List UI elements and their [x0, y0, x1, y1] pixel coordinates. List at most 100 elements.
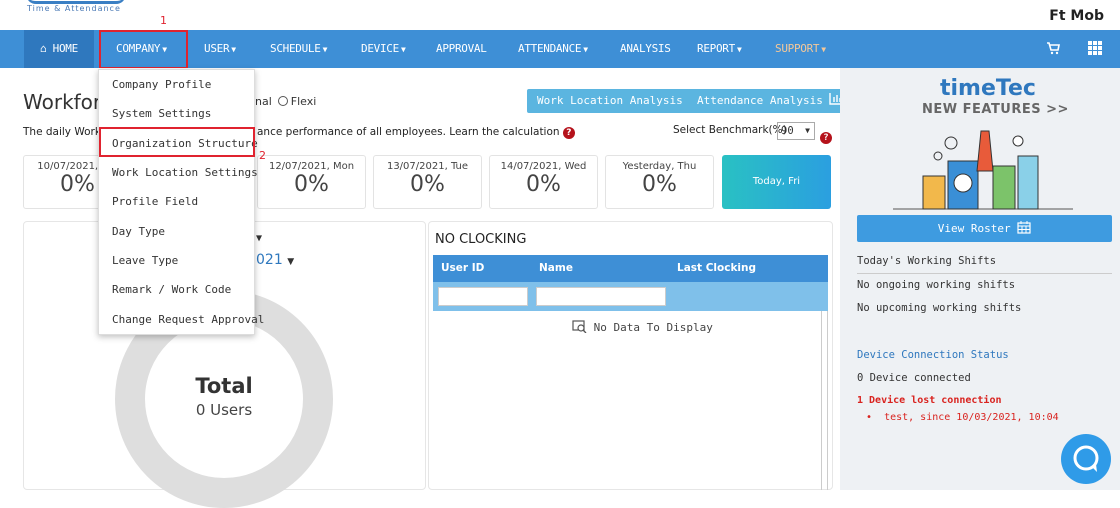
cart-icon[interactable] — [1046, 41, 1060, 59]
menu-item-change-request-approval[interactable]: Change Request Approval — [112, 313, 264, 326]
menu-item-remark-work-code[interactable]: Remark / Work Code — [112, 283, 231, 296]
table-scrollbar[interactable] — [821, 311, 828, 490]
radio-flexi[interactable] — [277, 96, 288, 106]
no-clocking-table-header: User ID Name Last Clocking — [433, 255, 828, 282]
device-lost-connection: 1 Device lost connection — [857, 395, 1002, 406]
nav-schedule-label: SCHEDULE — [270, 42, 321, 55]
day-card[interactable]: Yesterday, Thu 0% — [605, 155, 714, 209]
benchmark-value: 90 — [781, 125, 794, 137]
attendance-analysis-button[interactable]: Attendance Analysis — [687, 89, 856, 113]
device-lost-item-text: test, since 10/03/2021, 10:04 — [884, 412, 1059, 423]
shifts-title: Today's Working Shifts — [857, 255, 997, 267]
nav-report-label: REPORT — [697, 42, 735, 55]
user-name[interactable]: Ft Mob — [1049, 8, 1104, 24]
menu-item-system-settings[interactable]: System Settings — [112, 107, 211, 120]
caret-down-icon: ▼ — [287, 257, 295, 267]
radio-flexi-label[interactable]: Flexi — [291, 95, 317, 108]
highlight-organization-structure — [99, 127, 255, 157]
nav-home-label: HOME — [52, 42, 79, 55]
new-features-illustration — [893, 130, 1073, 210]
timetec-logo: timeTec — [940, 76, 1036, 101]
nav-user-label: USER — [204, 42, 230, 55]
day-percentage: 0% — [526, 172, 561, 197]
no-clocking-title: NO CLOCKING — [435, 232, 527, 247]
caret-down-icon: ▼ — [322, 45, 328, 54]
day-percentage: 0% — [642, 172, 677, 197]
nav-attendance-label: ATTENDANCE — [518, 42, 582, 55]
annotation-step-1: 1 — [160, 14, 167, 27]
day-card[interactable]: 13/07/2021, Tue 0% — [373, 155, 482, 209]
nav-analysis[interactable]: ANALYSIS — [620, 30, 671, 68]
nav-device-label: DEVICE — [361, 42, 399, 55]
nav-user[interactable]: USER ▼ — [204, 30, 236, 68]
highlight-company-menu — [99, 30, 188, 69]
annotation-step-2: 2 — [259, 149, 266, 162]
no-upcoming-shifts: No upcoming working shifts — [857, 302, 1022, 314]
day-label: 14/07/2021, Wed — [500, 161, 587, 172]
day-label: Yesterday, Thu — [622, 161, 697, 172]
caret-down-icon: ▼ — [821, 45, 826, 54]
day-percentage: 0% — [410, 172, 445, 197]
nav-device[interactable]: DEVICE ▼ — [361, 30, 406, 68]
users-count: 0 Users — [195, 401, 253, 419]
view-roster-button[interactable]: View Roster — [857, 215, 1112, 242]
logo-subtitle: Time & Attendance — [27, 4, 121, 13]
benchmark-select[interactable]: 90 ▼ — [777, 122, 815, 140]
day-percentage: 0% — [294, 172, 329, 197]
nav-approval[interactable]: APPROVAL — [436, 30, 487, 68]
help-icon[interactable]: ? — [820, 132, 832, 144]
device-status-title[interactable]: Device Connection Status — [857, 349, 1009, 361]
description-text-left: The daily Work — [23, 126, 101, 138]
description-text-right: ance performance of all employees. Learn… — [257, 126, 575, 139]
nav-attendance[interactable]: ATTENDANCE ▼ — [518, 30, 588, 68]
top-bar: Time & Attendance Ft Mob — [0, 0, 1120, 30]
menu-item-company-profile[interactable]: Company Profile — [112, 78, 211, 91]
nav-approval-label: APPROVAL — [436, 42, 487, 55]
today-card[interactable]: Today, Fri — [722, 155, 831, 209]
menu-item-leave-type[interactable]: Leave Type — [112, 254, 178, 267]
caret-down-icon[interactable]: ▼ — [256, 233, 262, 244]
help-icon[interactable]: ? — [562, 127, 575, 139]
caret-down-icon: ▼ — [583, 45, 588, 54]
calendar-icon — [1017, 221, 1031, 234]
home-icon: ⌂ — [40, 42, 47, 55]
day-label: 13/07/2021, Tue — [386, 161, 469, 172]
device-lost-item: • test, since 10/03/2021, 10:04 — [866, 412, 1059, 423]
radio-normal-label[interactable]: nal — [255, 95, 272, 108]
column-user-id[interactable]: User ID — [441, 262, 484, 274]
column-last-clocking[interactable]: Last Clocking — [677, 262, 756, 274]
filter-user-id-input[interactable] — [438, 287, 528, 306]
month-selector[interactable]: 021 ▼ — [256, 252, 294, 268]
attendance-analysis-label: Attendance Analysis — [697, 94, 823, 107]
nav-support[interactable]: SUPPORT ▼ — [775, 30, 826, 68]
chat-button[interactable] — [1061, 434, 1111, 484]
nav-home[interactable]: ⌂ HOME — [24, 30, 94, 68]
caret-down-icon: ▼ — [805, 126, 810, 135]
day-card[interactable]: 12/07/2021, Mon 0% — [257, 155, 366, 209]
month-label: 021 — [256, 252, 283, 268]
company-dropdown-menu: Company Profile System Settings Organiza… — [98, 69, 264, 335]
day-card[interactable]: 14/07/2021, Wed 0% — [489, 155, 598, 209]
nav-schedule[interactable]: SCHEDULE ▼ — [270, 30, 327, 68]
menu-item-day-type[interactable]: Day Type — [112, 225, 165, 238]
day-label: 12/07/2021, Mon — [268, 161, 355, 172]
caret-down-icon: ▼ — [736, 45, 742, 54]
caret-down-icon: ▼ — [231, 45, 236, 54]
no-data-message: No Data To Display — [572, 320, 713, 334]
no-data-icon — [572, 320, 587, 334]
divider — [857, 273, 1112, 274]
view-mode-radios: nal Flexi — [255, 95, 316, 108]
work-location-analysis-label: Work Location Analysis — [537, 94, 683, 107]
no-data-text: No Data To Display — [593, 321, 713, 334]
column-name[interactable]: Name — [539, 262, 573, 274]
description-text: ance performance of all employees. Learn… — [257, 126, 560, 138]
menu-item-profile-field[interactable]: Profile Field — [112, 195, 198, 208]
menu-item-work-location-settings[interactable]: Work Location Settings — [112, 166, 258, 179]
nav-report[interactable]: REPORT ▼ — [697, 30, 742, 68]
no-ongoing-shifts: No ongoing working shifts — [857, 279, 1016, 291]
new-features-link[interactable]: NEW FEATURES >> — [922, 102, 1069, 117]
filter-name-input[interactable] — [536, 287, 666, 306]
apps-grid-icon[interactable] — [1088, 41, 1102, 59]
no-clocking-filter-row — [433, 282, 828, 311]
nav-analysis-label: ANALYSIS — [620, 42, 671, 55]
